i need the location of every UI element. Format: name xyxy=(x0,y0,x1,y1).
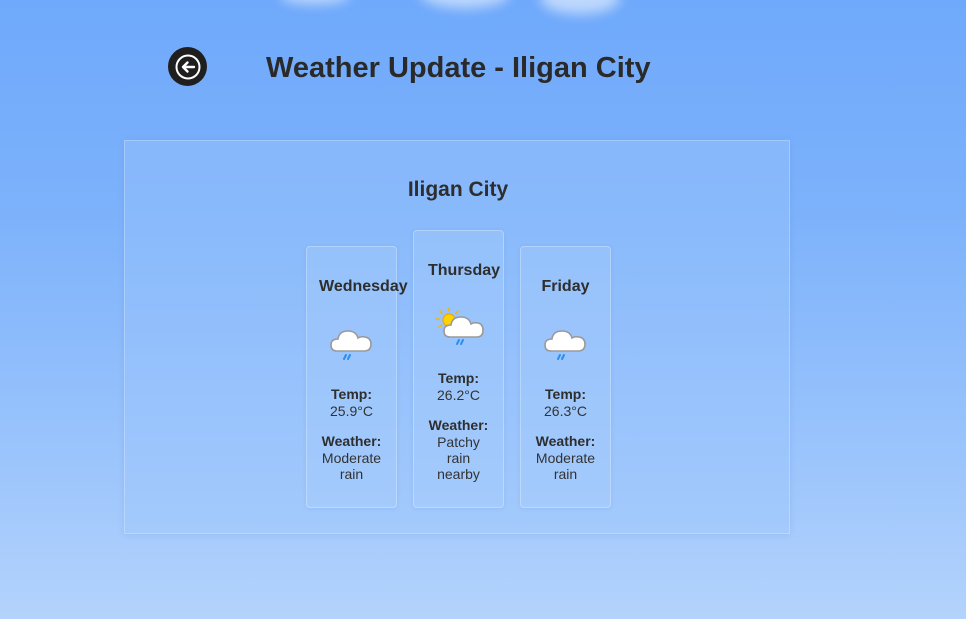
temp-label: Temp: xyxy=(438,370,479,386)
weather-description: Moderate rain xyxy=(521,450,610,482)
day-name: Thursday xyxy=(428,262,501,279)
weather-description-line: Moderate xyxy=(535,450,596,466)
weather-description-line: rain xyxy=(446,450,471,466)
background-cloud xyxy=(540,0,620,14)
weather-description-line: nearby xyxy=(437,466,480,482)
temp-label: Temp: xyxy=(331,386,372,402)
weather-description-line: rain xyxy=(339,466,364,482)
weather-description: Patchy rain nearby xyxy=(414,434,503,482)
weather-label: Weather: xyxy=(321,433,382,449)
background-cloud xyxy=(420,0,510,8)
page-title: Weather Update - Iligan City xyxy=(266,52,651,84)
rain-cloud-icon xyxy=(543,330,586,360)
weather-description-line: Patchy xyxy=(437,434,480,450)
weather-label: Weather: xyxy=(428,417,489,433)
weather-description-line: Moderate xyxy=(321,450,382,466)
temp-value: 26.2°C xyxy=(437,387,480,403)
city-title: Iligan City xyxy=(407,178,509,201)
day-name: Wednesday xyxy=(319,278,408,295)
forecast-card-friday: Friday Temp: 26.3°C Weather: Moderate ra… xyxy=(520,246,611,508)
back-button[interactable] xyxy=(168,47,207,86)
temp-label: Temp: xyxy=(545,386,586,402)
weather-description: Moderate rain xyxy=(307,450,396,482)
weather-description-line: rain xyxy=(553,466,578,482)
rain-cloud-icon xyxy=(329,330,372,360)
temp-value: 26.3°C xyxy=(544,403,587,419)
sun-rain-cloud-icon xyxy=(434,307,484,345)
forecast-card-wednesday: Wednesday Temp: 25.9°C Weather: Moderate… xyxy=(306,246,408,508)
arrow-left-icon xyxy=(175,54,200,79)
weather-label: Weather: xyxy=(535,433,596,449)
temp-value: 25.9°C xyxy=(330,403,373,419)
forecast-card-thursday: Thursday Temp: 26.2°C Weather: Patchy ra… xyxy=(413,230,504,508)
background-cloud xyxy=(280,0,350,4)
day-name: Friday xyxy=(541,278,590,295)
forecast-panel: Iligan City Wednesday Temp: 25.9°C Weath… xyxy=(124,140,790,534)
